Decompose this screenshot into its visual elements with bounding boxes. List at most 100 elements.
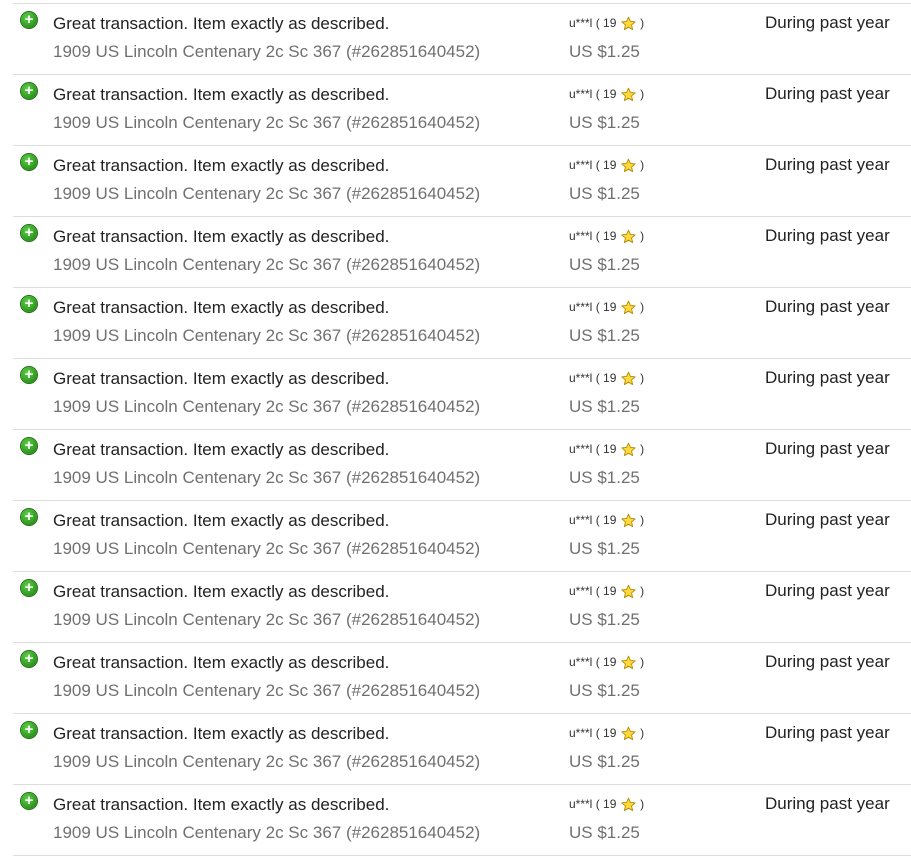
buyer-username[interactable]: u***l	[569, 158, 592, 172]
buyer-username[interactable]: u***l	[569, 442, 592, 456]
positive-feedback-icon: +	[21, 296, 37, 312]
feedback-comment: Great transaction. Item exactly as descr…	[53, 582, 390, 601]
feedback-period: During past year	[765, 297, 890, 316]
feedback-row: + Great transaction. Item exactly as des…	[13, 75, 911, 146]
feedback-period: During past year	[765, 439, 890, 458]
buyer-username[interactable]: u***l	[569, 16, 592, 30]
star-icon	[621, 300, 636, 315]
positive-feedback-icon: +	[21, 367, 37, 383]
positive-feedback-icon: +	[21, 225, 37, 241]
buyer-feedback-score[interactable]: 19	[603, 726, 616, 740]
feedback-comment: Great transaction. Item exactly as descr…	[53, 156, 390, 175]
item-title-link[interactable]: 1909 US Lincoln Centenary 2c Sc 367 (#26…	[53, 397, 480, 417]
buyer-username[interactable]: u***l	[569, 87, 592, 101]
feedback-period: During past year	[765, 723, 890, 742]
positive-feedback-icon: +	[21, 793, 37, 809]
buyer-username[interactable]: u***l	[569, 300, 592, 314]
item-price: US $1.25	[569, 255, 640, 274]
score-open-paren: (	[595, 655, 604, 669]
buyer-info: u***l ( 19 )	[569, 229, 644, 244]
score-open-paren: (	[595, 16, 604, 30]
item-title-link[interactable]: 1909 US Lincoln Centenary 2c Sc 367 (#26…	[53, 42, 480, 62]
buyer-info: u***l ( 19 )	[569, 87, 644, 102]
score-open-paren: (	[595, 584, 604, 598]
feedback-comment: Great transaction. Item exactly as descr…	[53, 653, 390, 672]
score-open-paren: (	[595, 442, 604, 456]
item-title-link[interactable]: 1909 US Lincoln Centenary 2c Sc 367 (#26…	[53, 184, 480, 204]
buyer-feedback-score[interactable]: 19	[603, 229, 616, 243]
buyer-info: u***l ( 19 )	[569, 442, 644, 457]
item-title-link[interactable]: 1909 US Lincoln Centenary 2c Sc 367 (#26…	[53, 823, 480, 843]
item-price: US $1.25	[569, 326, 640, 345]
score-open-paren: (	[595, 300, 604, 314]
score-close-paren: )	[640, 797, 645, 811]
buyer-feedback-score[interactable]: 19	[603, 442, 616, 456]
buyer-feedback-score[interactable]: 19	[603, 300, 616, 314]
buyer-feedback-score[interactable]: 19	[603, 371, 616, 385]
item-price: US $1.25	[569, 681, 640, 700]
item-title-link[interactable]: 1909 US Lincoln Centenary 2c Sc 367 (#26…	[53, 752, 480, 772]
buyer-username[interactable]: u***l	[569, 229, 592, 243]
feedback-comment: Great transaction. Item exactly as descr…	[53, 369, 390, 388]
positive-feedback-icon: +	[21, 83, 37, 99]
buyer-info: u***l ( 19 )	[569, 584, 644, 599]
feedback-comment: Great transaction. Item exactly as descr…	[53, 85, 390, 104]
score-open-paren: (	[595, 229, 604, 243]
buyer-feedback-score[interactable]: 19	[603, 16, 616, 30]
feedback-period: During past year	[765, 794, 890, 813]
item-title-link[interactable]: 1909 US Lincoln Centenary 2c Sc 367 (#26…	[53, 468, 480, 488]
feedback-comment: Great transaction. Item exactly as descr…	[53, 14, 390, 33]
feedback-row: + Great transaction. Item exactly as des…	[13, 643, 911, 714]
buyer-info: u***l ( 19 )	[569, 655, 644, 670]
feedback-row: + Great transaction. Item exactly as des…	[13, 572, 911, 643]
buyer-username[interactable]: u***l	[569, 726, 592, 740]
buyer-feedback-score[interactable]: 19	[603, 158, 616, 172]
feedback-period: During past year	[765, 13, 890, 32]
item-title-link[interactable]: 1909 US Lincoln Centenary 2c Sc 367 (#26…	[53, 326, 480, 346]
star-icon	[621, 158, 636, 173]
feedback-row: + Great transaction. Item exactly as des…	[13, 430, 911, 501]
item-price: US $1.25	[569, 539, 640, 558]
buyer-feedback-score[interactable]: 19	[603, 655, 616, 669]
buyer-username[interactable]: u***l	[569, 371, 592, 385]
feedback-comment: Great transaction. Item exactly as descr…	[53, 298, 390, 317]
feedback-row: + Great transaction. Item exactly as des…	[13, 3, 911, 75]
buyer-username[interactable]: u***l	[569, 513, 592, 527]
item-title-link[interactable]: 1909 US Lincoln Centenary 2c Sc 367 (#26…	[53, 681, 480, 701]
score-close-paren: )	[640, 584, 645, 598]
item-price: US $1.25	[569, 42, 640, 61]
positive-feedback-icon: +	[21, 438, 37, 454]
score-close-paren: )	[640, 229, 645, 243]
feedback-row: + Great transaction. Item exactly as des…	[13, 714, 911, 785]
score-open-paren: (	[595, 726, 604, 740]
positive-feedback-icon: +	[21, 12, 37, 28]
item-price: US $1.25	[569, 113, 640, 132]
feedback-period: During past year	[765, 652, 890, 671]
buyer-feedback-score[interactable]: 19	[603, 584, 616, 598]
buyer-username[interactable]: u***l	[569, 797, 592, 811]
feedback-row: + Great transaction. Item exactly as des…	[13, 785, 911, 856]
buyer-username[interactable]: u***l	[569, 584, 592, 598]
score-close-paren: )	[640, 371, 645, 385]
feedback-list: + Great transaction. Item exactly as des…	[13, 3, 911, 856]
item-title-link[interactable]: 1909 US Lincoln Centenary 2c Sc 367 (#26…	[53, 113, 480, 133]
score-close-paren: )	[640, 87, 645, 101]
feedback-period: During past year	[765, 368, 890, 387]
positive-feedback-icon: +	[21, 509, 37, 525]
score-close-paren: )	[640, 513, 645, 527]
score-open-paren: (	[595, 513, 604, 527]
item-title-link[interactable]: 1909 US Lincoln Centenary 2c Sc 367 (#26…	[53, 255, 480, 275]
feedback-period: During past year	[765, 581, 890, 600]
item-title-link[interactable]: 1909 US Lincoln Centenary 2c Sc 367 (#26…	[53, 539, 480, 559]
feedback-comment: Great transaction. Item exactly as descr…	[53, 511, 390, 530]
positive-feedback-icon: +	[21, 651, 37, 667]
star-icon	[621, 513, 636, 528]
item-title-link[interactable]: 1909 US Lincoln Centenary 2c Sc 367 (#26…	[53, 610, 480, 630]
buyer-username[interactable]: u***l	[569, 655, 592, 669]
item-price: US $1.25	[569, 752, 640, 771]
buyer-feedback-score[interactable]: 19	[603, 797, 616, 811]
feedback-comment: Great transaction. Item exactly as descr…	[53, 795, 390, 814]
buyer-feedback-score[interactable]: 19	[603, 513, 616, 527]
score-close-paren: )	[640, 726, 645, 740]
buyer-feedback-score[interactable]: 19	[603, 87, 616, 101]
